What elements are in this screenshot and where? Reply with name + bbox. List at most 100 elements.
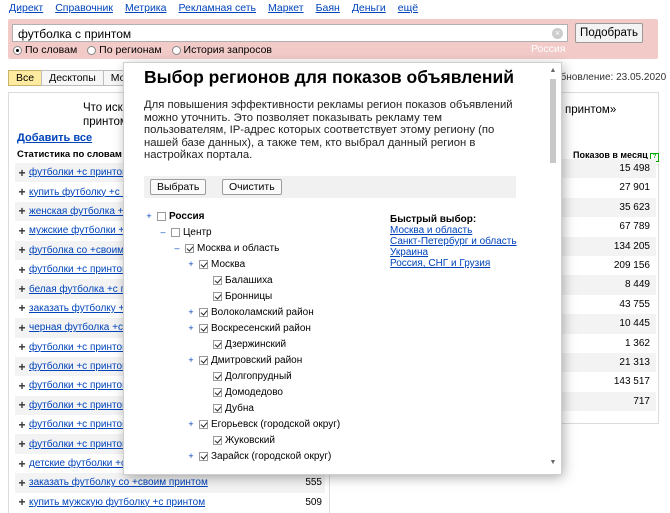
right-heading: принтом» bbox=[565, 104, 617, 116]
expand-toggle-icon[interactable]: + bbox=[186, 419, 196, 429]
region-link[interactable]: Россия bbox=[531, 43, 565, 55]
region-checkbox[interactable] bbox=[157, 211, 166, 221]
expand-toggle-icon[interactable]: + bbox=[186, 355, 196, 365]
impressions-value: 15 498 bbox=[560, 159, 656, 179]
region-checkbox[interactable] bbox=[213, 291, 222, 301]
clear-icon[interactable]: × bbox=[552, 28, 563, 39]
quick-russia-cis[interactable]: Россия, СНГ и Грузия bbox=[390, 258, 520, 269]
add-keyword-icon[interactable]: + bbox=[15, 457, 29, 471]
scroll-thumb[interactable] bbox=[550, 79, 556, 163]
expand-toggle-icon[interactable]: + bbox=[186, 323, 196, 333]
add-keyword-icon[interactable]: + bbox=[15, 204, 29, 218]
add-keyword-icon[interactable]: + bbox=[15, 476, 29, 490]
quick-moscow[interactable]: Москва и область bbox=[390, 225, 520, 236]
radio-label: По словам bbox=[25, 44, 78, 56]
region-node: – Центр bbox=[158, 225, 212, 239]
select-button[interactable]: Выбрать bbox=[150, 179, 207, 195]
scroll-up-icon[interactable]: ▲ bbox=[549, 67, 557, 75]
add-keyword-icon[interactable]: + bbox=[15, 379, 29, 393]
region-checkbox[interactable] bbox=[171, 227, 180, 237]
add-keyword-icon[interactable]: + bbox=[15, 340, 29, 354]
region-checkbox[interactable] bbox=[213, 275, 222, 285]
add-keyword-icon[interactable]: + bbox=[15, 301, 29, 315]
region-checkbox[interactable] bbox=[213, 339, 222, 349]
region-checkbox[interactable] bbox=[213, 387, 222, 397]
list-item: + купить мужскую футболку +с принтом 509 bbox=[15, 493, 325, 512]
region-checkbox[interactable] bbox=[185, 243, 194, 253]
region-checkbox[interactable] bbox=[199, 307, 208, 317]
clear-button[interactable]: Очистить bbox=[222, 179, 282, 195]
region-label: Егорьевск (городской округ) bbox=[211, 418, 341, 430]
impressions-value: 21 313 bbox=[560, 352, 656, 373]
stats-column-header: Статистика по словам bbox=[17, 149, 122, 160]
add-keyword-icon[interactable]: + bbox=[15, 495, 29, 509]
region-checkbox[interactable] bbox=[213, 371, 222, 381]
add-keyword-icon[interactable]: + bbox=[15, 263, 29, 277]
add-keyword-icon[interactable]: + bbox=[15, 185, 29, 199]
region-checkbox[interactable] bbox=[213, 435, 222, 445]
region-label: Домодедово bbox=[225, 386, 283, 398]
region-label: Долгопрудный bbox=[225, 370, 292, 382]
add-keyword-icon[interactable]: + bbox=[15, 224, 29, 238]
search-input[interactable]: футболка с принтом × bbox=[12, 24, 568, 42]
dialog-scrollbar[interactable]: ▲ ▼ bbox=[549, 67, 557, 467]
nav-dengi[interactable]: Деньги bbox=[352, 2, 386, 16]
region-node: + Волоколамский район bbox=[186, 305, 313, 319]
expand-toggle-icon[interactable]: – bbox=[158, 227, 168, 237]
add-keyword-icon[interactable]: + bbox=[15, 282, 29, 296]
add-keyword-icon[interactable]: + bbox=[15, 437, 29, 451]
region-node: Дзержинский bbox=[200, 337, 286, 351]
region-node: + Егорьевск (городской округ) bbox=[186, 417, 340, 431]
region-label: Дубна bbox=[225, 402, 254, 414]
keyword-link[interactable]: заказать футболку со +своим принтом bbox=[29, 477, 292, 488]
add-all-link[interactable]: Добавить все bbox=[17, 132, 92, 144]
region-node: Балашиха bbox=[200, 273, 273, 287]
add-keyword-icon[interactable]: + bbox=[15, 321, 29, 335]
add-keyword-icon[interactable]: + bbox=[15, 360, 29, 374]
add-keyword-icon[interactable]: + bbox=[15, 418, 29, 432]
tab-desktops[interactable]: Десктопы bbox=[41, 70, 104, 86]
nav-spravochnik[interactable]: Справочник bbox=[55, 2, 113, 16]
impressions-value: 67 789 bbox=[619, 221, 650, 233]
quick-ukraine[interactable]: Украина bbox=[390, 247, 520, 258]
radio-by-words[interactable]: По словам bbox=[13, 44, 77, 56]
region-label: Москва и область bbox=[197, 242, 280, 254]
radio-dot bbox=[171, 45, 181, 55]
region-select-dialog: Выбор регионов для показов объявлений Дл… bbox=[124, 63, 561, 474]
add-keyword-icon[interactable]: + bbox=[15, 398, 29, 412]
quick-select-title: Быстрый выбор: bbox=[390, 214, 477, 225]
region-checkbox[interactable] bbox=[199, 259, 208, 269]
radio-by-regions[interactable]: По регионам bbox=[87, 44, 162, 56]
keyword-link[interactable]: купить мужскую футболку +с принтом bbox=[29, 497, 292, 508]
add-keyword-icon[interactable]: + bbox=[15, 243, 29, 257]
region-checkbox[interactable] bbox=[199, 355, 208, 365]
scroll-down-icon[interactable]: ▼ bbox=[549, 459, 557, 467]
expand-toggle-icon[interactable]: + bbox=[186, 451, 196, 461]
expand-toggle-icon[interactable]: + bbox=[186, 259, 196, 269]
region-node: + Воскресенский район bbox=[186, 321, 311, 335]
region-node: Жуковский bbox=[200, 433, 275, 447]
expand-toggle-icon[interactable]: + bbox=[144, 211, 154, 221]
radio-history[interactable]: История запросов bbox=[171, 44, 272, 56]
region-label: Зарайск (городской округ) bbox=[211, 450, 332, 462]
region-checkbox[interactable] bbox=[199, 419, 208, 429]
quick-spb[interactable]: Санкт-Петербург и область bbox=[390, 236, 520, 247]
add-keyword-icon[interactable]: + bbox=[15, 166, 29, 180]
impressions-value: 143 517 bbox=[613, 376, 650, 388]
list-item: + заказать футболку со +своим принтом 555 bbox=[15, 473, 325, 493]
nav-market[interactable]: Маркет bbox=[268, 2, 304, 16]
expand-toggle-icon[interactable]: – bbox=[172, 243, 182, 253]
nav-metrika[interactable]: Метрика bbox=[125, 2, 167, 16]
nav-ad-network[interactable]: Рекламная сеть bbox=[178, 2, 256, 16]
region-label: Бронницы bbox=[225, 290, 273, 302]
expand-toggle-icon[interactable]: + bbox=[186, 307, 196, 317]
region-checkbox[interactable] bbox=[199, 451, 208, 461]
search-button[interactable]: Подобрать bbox=[575, 23, 643, 43]
region-checkbox[interactable] bbox=[199, 323, 208, 333]
nav-more[interactable]: ещё bbox=[398, 2, 418, 16]
nav-direct[interactable]: Директ bbox=[9, 2, 43, 16]
region-checkbox[interactable] bbox=[213, 403, 222, 413]
region-label: Центр bbox=[183, 226, 212, 238]
nav-bayan[interactable]: Баян bbox=[316, 2, 340, 16]
tab-all[interactable]: Все bbox=[8, 70, 43, 86]
